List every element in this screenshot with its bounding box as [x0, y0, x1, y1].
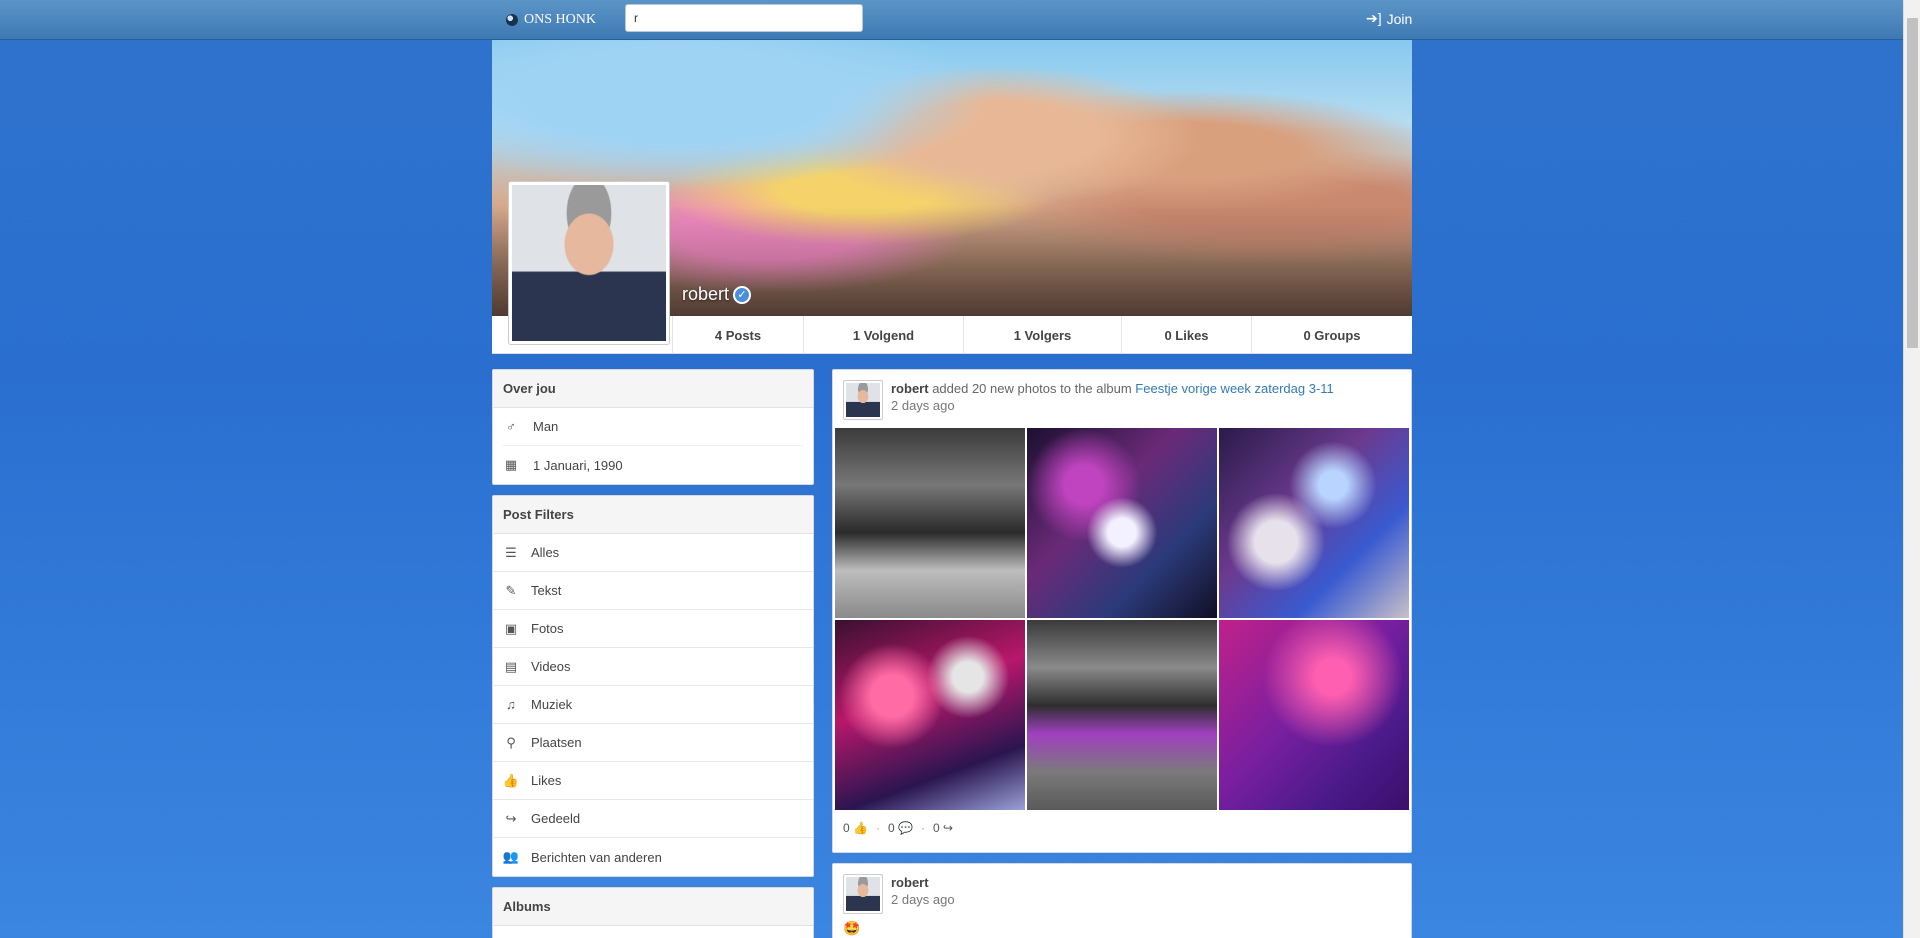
stat-likes-label: 0 Likes: [1164, 327, 1209, 343]
post-meta: robert added 20 new photos to the album …: [891, 380, 1334, 420]
stat-followers[interactable]: 1 Volgers: [963, 316, 1121, 354]
brand-logo[interactable]: ONS HONK: [506, 10, 596, 30]
avatar-image: [512, 185, 666, 341]
like-button[interactable]: 0 👍: [843, 821, 868, 835]
filter-muziek[interactable]: ♫ Muziek: [493, 686, 813, 724]
author-avatar[interactable]: [843, 380, 883, 420]
filters-title: Post Filters: [493, 496, 813, 534]
newspaper-icon: ☰: [505, 544, 517, 560]
share-icon: ↪: [505, 810, 517, 826]
calendar-icon: ▦: [504, 457, 518, 472]
post-time[interactable]: 2 days ago: [891, 891, 955, 908]
post-header: robert added 20 new photos to the album …: [833, 370, 1411, 420]
page-scrollbar[interactable]: [1903, 0, 1920, 938]
separator: ·: [875, 821, 880, 835]
post-meta: robert 2 days ago: [891, 874, 955, 914]
post-content: 🤩: [843, 920, 861, 936]
album-photo[interactable]: [835, 428, 1025, 618]
filter-videos[interactable]: ▤ Videos: [493, 648, 813, 686]
filter-alles[interactable]: ☰ Alles: [493, 534, 813, 572]
about-gender: ♂ Man: [503, 408, 803, 446]
profile-name-label: robert: [682, 284, 730, 304]
post-actions: 0 👍 · 0 💬 · 0 ↪: [843, 821, 953, 835]
film-icon: ▤: [504, 658, 518, 674]
post-action: added 20 new photos to the album: [932, 381, 1132, 396]
brand-icon: [506, 14, 518, 26]
pencil-icon: ✎: [505, 582, 517, 598]
gender-value: Man: [533, 419, 559, 434]
album-photo[interactable]: [1027, 620, 1217, 810]
filter-label: Likes: [531, 773, 562, 788]
filter-label: Fotos: [531, 621, 564, 636]
about-birthday: ▦ 1 Januari, 1990: [503, 446, 803, 484]
map-marker-icon: ⚲: [506, 734, 516, 750]
albums-panel: Albums: [492, 887, 814, 938]
filter-label: Plaatsen: [531, 735, 582, 750]
stat-likes[interactable]: 0 Likes: [1121, 316, 1251, 354]
album-photo[interactable]: [1219, 428, 1409, 618]
filter-label: Tekst: [531, 583, 562, 598]
stat-groups[interactable]: 0 Groups: [1251, 316, 1412, 354]
verified-check-icon: ✓: [733, 285, 752, 304]
filter-label: Berichten van anderen: [531, 849, 662, 865]
camera-icon: ▣: [504, 620, 518, 636]
share-count: 0: [932, 821, 940, 835]
separator: ·: [920, 821, 925, 835]
filter-label: Alles: [531, 545, 560, 560]
thumbs-up-icon: 👍: [502, 772, 520, 788]
post-author[interactable]: robert: [891, 381, 929, 396]
brand-name: ONS HONK: [524, 12, 596, 27]
users-icon: 👥: [502, 849, 520, 864]
album-link[interactable]: Feestje vorige week zaterdag 3-11: [1135, 381, 1333, 396]
join-button[interactable]: ➔] Join: [1366, 10, 1412, 27]
music-icon: ♫: [506, 697, 516, 712]
post-card: robert added 20 new photos to the album …: [832, 369, 1412, 853]
birthday-value: 1 Januari, 1990: [533, 457, 623, 473]
search-input[interactable]: [625, 4, 863, 32]
stat-followers-label: 1 Volgers: [1013, 327, 1072, 343]
join-label: Join: [1386, 10, 1413, 27]
albums-title: Albums: [493, 888, 813, 926]
stat-groups-label: 0 Groups: [1303, 327, 1361, 343]
post-card: robert 2 days ago 🤩: [832, 863, 1412, 938]
comments-icon: 💬: [898, 821, 913, 835]
stat-posts-label: 4 Posts: [714, 327, 762, 343]
filter-label: Gedeeld: [531, 811, 581, 826]
filter-fotos[interactable]: ▣ Fotos: [493, 610, 813, 648]
share-button[interactable]: 0 ↪: [933, 821, 953, 835]
post-header: robert 2 days ago: [833, 864, 1411, 914]
like-count: 0: [843, 821, 850, 835]
scrollbar-thumb[interactable]: [1907, 18, 1918, 348]
comment-count: 0: [887, 821, 895, 835]
about-panel: Over jou ♂ Man ▦ 1 Januari, 1990: [492, 369, 814, 485]
filter-plaatsen[interactable]: ⚲ Plaatsen: [493, 724, 813, 762]
filter-label: Videos: [531, 659, 571, 674]
comment-button[interactable]: 0 💬: [888, 821, 913, 835]
profile-name[interactable]: robert ✓: [682, 284, 752, 305]
post-time[interactable]: 2 days ago: [891, 397, 1334, 414]
post-filters-panel: Post Filters ☰ Alles ✎ Tekst ▣ Fotos ▤ V…: [492, 495, 814, 877]
profile-avatar[interactable]: [508, 181, 670, 345]
stat-following-label: 1 Volgend: [852, 327, 915, 343]
top-navbar: ONS HONK ➔] Join: [0, 0, 1903, 40]
post-author[interactable]: robert: [891, 874, 955, 891]
filter-berichten-van-anderen[interactable]: 👥 Berichten van anderen: [493, 838, 813, 876]
stat-following[interactable]: 1 Volgend: [803, 316, 963, 354]
thumbs-up-icon: 👍: [853, 821, 868, 835]
sign-in-icon: ➔]: [1366, 10, 1382, 26]
album-photo[interactable]: [1219, 620, 1409, 810]
share-icon: ↪: [943, 821, 954, 835]
album-photo[interactable]: [1027, 428, 1217, 618]
photo-grid: [835, 428, 1411, 812]
album-photo[interactable]: [835, 620, 1025, 810]
filter-gedeeld[interactable]: ↪ Gedeeld: [493, 800, 813, 838]
author-avatar[interactable]: [843, 874, 883, 914]
filter-label: Muziek: [531, 697, 573, 712]
filter-likes[interactable]: 👍 Likes: [493, 762, 813, 800]
stat-posts[interactable]: 4 Posts: [672, 316, 803, 354]
male-icon: ♂: [506, 419, 516, 434]
filter-tekst[interactable]: ✎ Tekst: [493, 572, 813, 610]
about-title: Over jou: [493, 370, 813, 408]
